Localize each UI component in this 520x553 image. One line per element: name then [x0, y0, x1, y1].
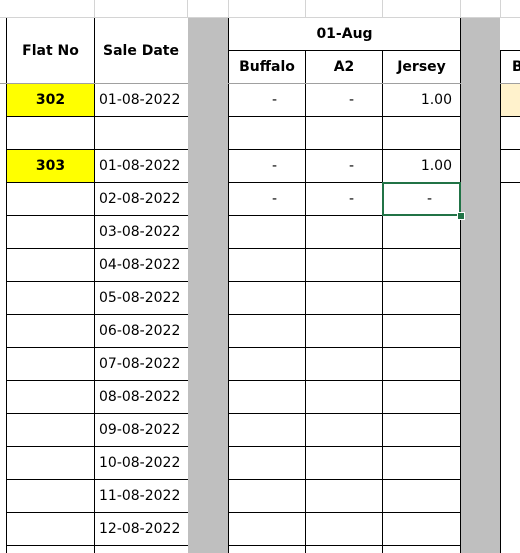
sale-date-cell[interactable]: 09-08-2022 — [95, 414, 187, 446]
border — [500, 50, 501, 553]
sale-date-cell[interactable]: 10-08-2022 — [95, 447, 187, 479]
flat-no-cell[interactable]: 303 — [7, 150, 94, 182]
jersey-cell[interactable] — [383, 315, 460, 347]
flat-no-cell[interactable] — [7, 315, 94, 347]
buffalo-cell[interactable] — [229, 117, 305, 149]
flat-no-cell[interactable] — [7, 480, 94, 512]
spreadsheet-grid[interactable]: Flat No Sale Date 01-Aug Buffalo A2 Jers… — [0, 0, 520, 553]
sale-date-cell[interactable]: 07-08-2022 — [95, 348, 187, 380]
row-border — [500, 149, 520, 150]
a2-cell[interactable]: - — [306, 183, 382, 215]
a2-cell[interactable] — [306, 282, 382, 314]
buffalo-cell[interactable] — [229, 447, 305, 479]
separator-column — [461, 18, 500, 553]
header-date-group[interactable]: 01-Aug — [229, 18, 460, 50]
gridline — [228, 0, 229, 17]
flat-no-cell[interactable] — [7, 282, 94, 314]
cell-selection-box[interactable] — [382, 182, 461, 216]
flat-no-cell[interactable] — [7, 249, 94, 281]
a2-cell[interactable] — [306, 447, 382, 479]
sale-date-cell[interactable] — [95, 117, 187, 149]
jersey-cell[interactable] — [383, 447, 460, 479]
buffalo-cell[interactable] — [229, 348, 305, 380]
jersey-cell[interactable] — [383, 381, 460, 413]
flat-no-cell[interactable] — [7, 348, 94, 380]
a2-cell[interactable] — [306, 216, 382, 248]
header-flat-no[interactable]: Flat No — [7, 18, 94, 83]
fill-handle[interactable] — [457, 212, 465, 220]
a2-cell[interactable] — [306, 117, 382, 149]
gridline — [94, 0, 95, 17]
row-border — [500, 182, 520, 183]
gridline — [382, 0, 383, 17]
sale-date-cell[interactable]: 01-08-2022 — [95, 150, 187, 182]
buffalo-cell[interactable] — [229, 480, 305, 512]
flat-no-cell[interactable] — [7, 216, 94, 248]
separator-column — [188, 18, 228, 553]
partial-cell-fill — [501, 84, 520, 116]
a2-cell[interactable]: - — [306, 84, 382, 116]
jersey-cell[interactable] — [383, 282, 460, 314]
jersey-cell[interactable] — [383, 216, 460, 248]
row-border — [500, 116, 520, 117]
jersey-cell[interactable]: 1.00 — [383, 84, 460, 116]
buffalo-cell[interactable]: - — [229, 183, 305, 215]
a2-cell[interactable] — [306, 480, 382, 512]
header-sale-date[interactable]: Sale Date — [95, 18, 187, 83]
header-a2[interactable]: A2 — [306, 51, 382, 83]
a2-cell[interactable] — [306, 315, 382, 347]
sale-date-cell[interactable]: 11-08-2022 — [95, 480, 187, 512]
sale-date-cell[interactable]: 06-08-2022 — [95, 315, 187, 347]
sale-date-cell[interactable]: 01-08-2022 — [95, 84, 187, 116]
header-jersey[interactable]: Jersey — [383, 51, 460, 83]
a2-cell[interactable] — [306, 414, 382, 446]
row-border — [228, 545, 461, 546]
row-border — [6, 545, 188, 546]
flat-no-cell[interactable] — [7, 414, 94, 446]
gridline — [460, 0, 461, 17]
jersey-cell[interactable] — [383, 513, 460, 545]
jersey-cell[interactable] — [383, 480, 460, 512]
gridline — [187, 0, 188, 17]
jersey-cell[interactable]: 1.00 — [383, 150, 460, 182]
buffalo-cell[interactable] — [229, 414, 305, 446]
buffalo-cell[interactable]: - — [229, 150, 305, 182]
sale-date-cell[interactable]: 08-08-2022 — [95, 381, 187, 413]
a2-cell[interactable]: - — [306, 150, 382, 182]
buffalo-cell[interactable] — [229, 282, 305, 314]
jersey-cell[interactable] — [383, 249, 460, 281]
sale-date-cell[interactable]: 04-08-2022 — [95, 249, 187, 281]
flat-no-cell[interactable] — [7, 183, 94, 215]
sale-date-cell[interactable]: 12-08-2022 — [95, 513, 187, 545]
gridline — [305, 0, 306, 17]
flat-no-cell[interactable]: 302 — [7, 84, 94, 116]
sale-date-cell[interactable]: 05-08-2022 — [95, 282, 187, 314]
a2-cell[interactable] — [306, 348, 382, 380]
a2-cell[interactable] — [306, 249, 382, 281]
buffalo-cell[interactable]: - — [229, 84, 305, 116]
flat-no-cell[interactable] — [7, 513, 94, 545]
jersey-cell[interactable] — [383, 348, 460, 380]
a2-cell[interactable] — [306, 513, 382, 545]
buffalo-cell[interactable] — [229, 513, 305, 545]
sale-date-cell[interactable]: 02-08-2022 — [95, 183, 187, 215]
gridline — [500, 0, 501, 17]
header-next-group-partial[interactable]: B — [501, 51, 520, 83]
flat-no-cell[interactable] — [7, 447, 94, 479]
buffalo-cell[interactable] — [229, 315, 305, 347]
buffalo-cell[interactable] — [229, 381, 305, 413]
header-buffalo[interactable]: Buffalo — [229, 51, 305, 83]
flat-no-cell[interactable] — [7, 117, 94, 149]
jersey-cell[interactable] — [383, 117, 460, 149]
a2-cell[interactable] — [306, 381, 382, 413]
buffalo-cell[interactable] — [229, 249, 305, 281]
jersey-cell[interactable] — [383, 414, 460, 446]
buffalo-cell[interactable] — [229, 216, 305, 248]
sale-date-cell[interactable]: 03-08-2022 — [95, 216, 187, 248]
flat-no-cell[interactable] — [7, 381, 94, 413]
